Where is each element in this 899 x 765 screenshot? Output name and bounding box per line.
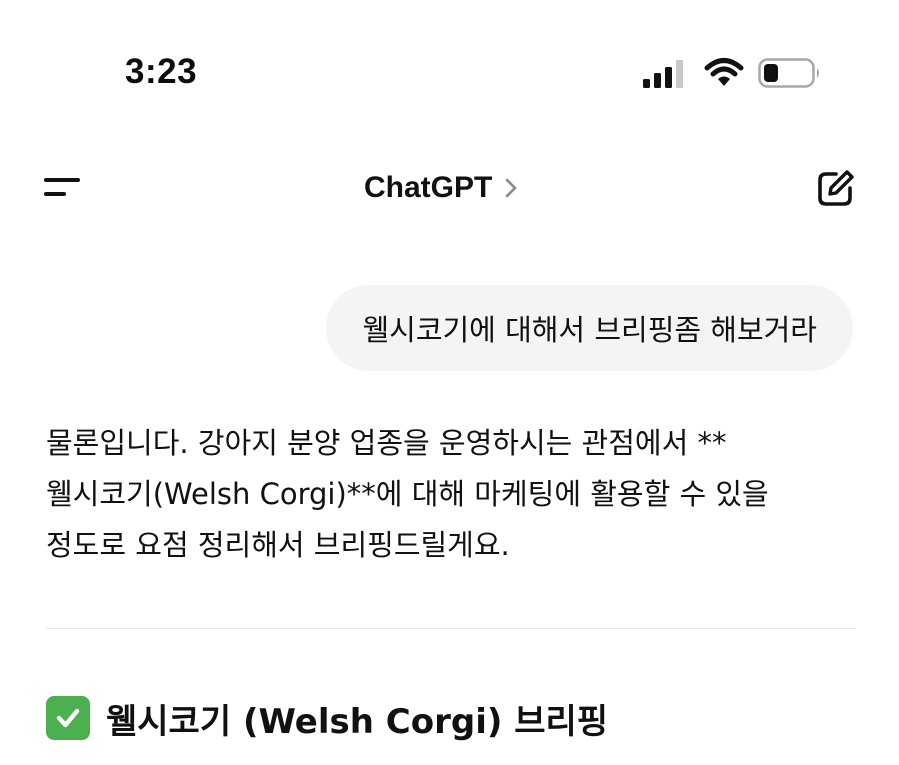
user-message-bubble: 웰시코기에 대해서 브리핑좀 해보거라 <box>326 285 853 371</box>
wifi-icon <box>704 58 744 86</box>
assistant-line: 물론입니다. 강아지 분양 업종을 운영하시는 관점에서 ** <box>46 426 727 460</box>
menu-button[interactable] <box>38 166 88 210</box>
heading-text: 웰시코기 (Welsh Corgi) 브리핑 <box>106 701 609 742</box>
nav-title: ChatGPT <box>364 171 493 204</box>
new-chat-icon <box>818 170 854 206</box>
status-time: 3:23 <box>125 52 198 91</box>
check-mark-icon <box>46 696 90 740</box>
section-heading: 웰시코기 (Welsh Corgi) 브리핑 <box>46 690 608 746</box>
chevron-right-icon <box>506 178 517 198</box>
signal-icon <box>643 60 683 88</box>
model-selector[interactable]: ChatGPT <box>364 168 518 208</box>
assistant-line: 웰시코기(Welsh Corgi)**에 대해 마케팅에 활용할 수 있을 <box>46 477 769 511</box>
battery-icon <box>758 58 819 88</box>
assistant-line: 정도로 요점 정리해서 브리핑드릴게요. <box>46 528 510 562</box>
new-chat-button[interactable] <box>812 166 860 212</box>
divider <box>46 628 856 629</box>
menu-icon <box>44 178 80 196</box>
assistant-message: 물론입니다. 강아지 분양 업종을 운영하시는 관점에서 ** 웰시코기(Wel… <box>46 418 856 571</box>
